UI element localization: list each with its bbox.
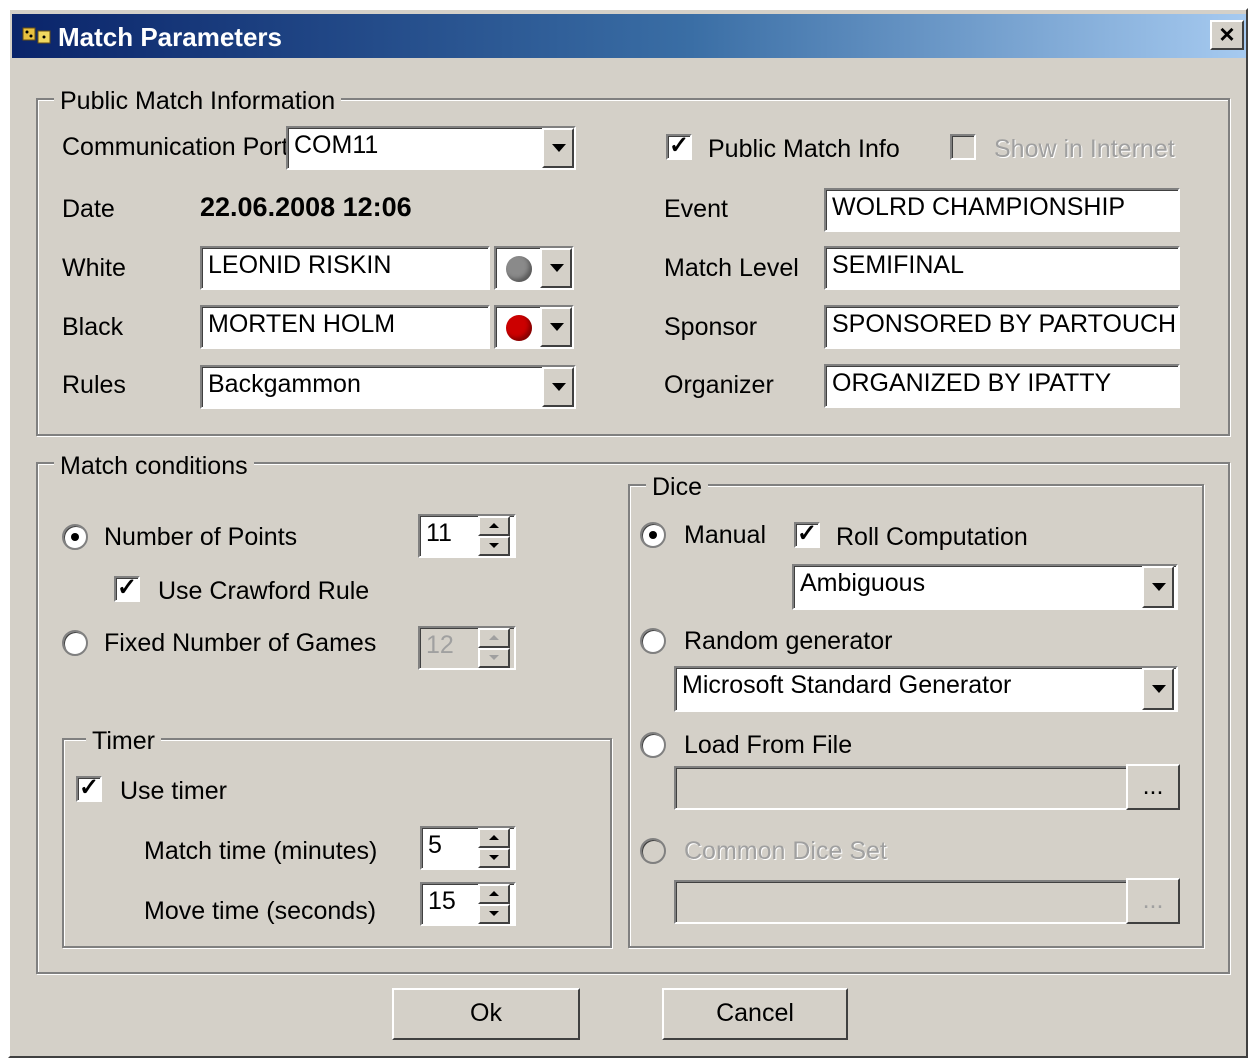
crawford-checkbox[interactable]: ✓ (114, 576, 140, 602)
fixed-games-label: Fixed Number of Games (104, 629, 377, 657)
spin-up-button[interactable] (478, 516, 510, 536)
event-input[interactable]: WOLRD CHAMPIONSHIP (824, 188, 1180, 232)
dice-group-label: Dice (646, 472, 709, 502)
load-file-radio[interactable] (640, 732, 666, 758)
spin-down-button[interactable] (478, 648, 510, 668)
organizer-label: Organizer (664, 371, 774, 399)
load-file-path-input[interactable] (674, 766, 1128, 810)
spin-down-button[interactable] (478, 848, 510, 868)
number-of-points-radio[interactable] (62, 524, 88, 550)
match-level-input[interactable]: SEMIFINAL (824, 246, 1180, 290)
roll-mode-select[interactable]: Ambiguous (792, 564, 1178, 610)
manual-dice-label: Manual (684, 521, 766, 549)
generator-select[interactable]: Microsoft Standard Generator (674, 666, 1178, 712)
crawford-label: Use Crawford Rule (158, 577, 370, 605)
public-match-info-checkbox[interactable]: ✓ (666, 134, 692, 160)
date-value: 22.06.2008 12:06 (200, 192, 412, 222)
spin-up-button[interactable] (478, 628, 510, 648)
move-time-label: Move time (seconds) (144, 897, 377, 925)
show-internet-checkbox[interactable] (950, 134, 976, 160)
generator-dropdown-button[interactable] (1142, 668, 1174, 710)
roll-computation-label: Roll Computation (836, 523, 1028, 551)
rules-dropdown-button[interactable] (542, 367, 574, 407)
number-of-points-label: Number of Points (104, 523, 298, 551)
black-player-input[interactable]: MORTEN HOLM (200, 305, 490, 349)
title-bar[interactable]: Match Parameters (12, 14, 1246, 58)
match-conditions-group-label: Match conditions (54, 451, 254, 481)
roll-computation-checkbox[interactable]: ✓ (794, 522, 820, 548)
date-label: Date (62, 195, 115, 223)
comm-port-select[interactable]: COM11 (286, 126, 576, 170)
random-generator-label: Random generator (684, 627, 893, 655)
match-time-spinner[interactable] (478, 828, 510, 868)
manual-dice-radio[interactable] (640, 522, 666, 548)
spin-down-button[interactable] (478, 536, 510, 556)
common-dice-browse-button[interactable]: ... (1126, 878, 1180, 924)
dice-group (628, 484, 1204, 948)
common-dice-label: Common Dice Set (684, 837, 887, 865)
spin-up-button[interactable] (478, 828, 510, 848)
checkmark-icon: ✓ (78, 774, 100, 801)
match-time-label: Match time (minutes) (144, 837, 378, 865)
random-generator-radio[interactable] (640, 628, 666, 654)
checkmark-icon: ✓ (796, 520, 818, 547)
load-file-label: Load From File (684, 731, 853, 759)
load-file-browse-button[interactable]: ... (1126, 764, 1180, 810)
checkmark-icon: ✓ (116, 574, 138, 601)
comm-port-dropdown-button[interactable] (542, 128, 574, 168)
show-internet-label: Show in Internet (994, 135, 1175, 163)
use-timer-label: Use timer (120, 777, 227, 805)
white-player-label: White (62, 254, 126, 282)
use-timer-checkbox[interactable]: ✓ (76, 776, 102, 802)
cancel-button[interactable]: Cancel (662, 988, 848, 1040)
match-level-label: Match Level (664, 254, 799, 282)
spin-down-button[interactable] (478, 904, 510, 924)
number-of-points-spinner[interactable] (478, 516, 510, 556)
event-label: Event (664, 195, 728, 223)
white-color-swatch (506, 256, 532, 282)
organizer-input[interactable]: ORGANIZED BY IPATTY (824, 364, 1180, 408)
black-player-label: Black (62, 313, 124, 341)
spin-up-button[interactable] (478, 884, 510, 904)
ok-button[interactable]: Ok (392, 988, 580, 1040)
move-time-spinner[interactable] (478, 884, 510, 924)
common-dice-radio[interactable] (640, 838, 666, 864)
window-title: Match Parameters (58, 22, 282, 52)
black-color-swatch (506, 315, 532, 341)
sponsor-input[interactable]: SPONSORED BY PARTOUCH (824, 305, 1180, 349)
fixed-games-spinner[interactable] (478, 628, 510, 668)
black-color-dropdown-button[interactable] (540, 307, 572, 347)
close-button[interactable]: × (1210, 20, 1244, 50)
fixed-games-radio[interactable] (62, 630, 88, 656)
rules-select[interactable]: Backgammon (200, 365, 576, 409)
rules-label: Rules (62, 371, 126, 399)
public-match-info-group-label: Public Match Information (54, 86, 342, 116)
sponsor-label: Sponsor (664, 313, 758, 341)
white-player-input[interactable]: LEONID RISKIN (200, 246, 490, 290)
timer-group-label: Timer (86, 726, 161, 756)
checkmark-icon: ✓ (668, 132, 690, 159)
roll-mode-dropdown-button[interactable] (1142, 566, 1174, 608)
common-dice-path-input[interactable] (674, 880, 1128, 924)
app-icon (22, 27, 51, 44)
comm-port-label: Communication Port (62, 133, 289, 161)
public-match-info-label: Public Match Info (708, 135, 900, 163)
white-color-dropdown-button[interactable] (540, 248, 572, 288)
